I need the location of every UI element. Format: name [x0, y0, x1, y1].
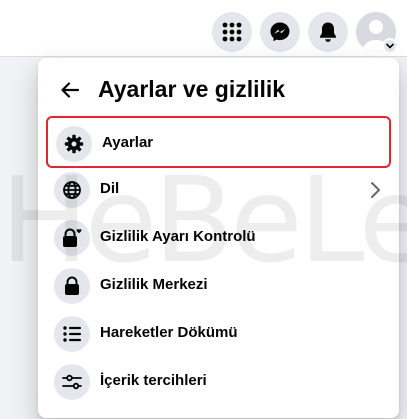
- back-button[interactable]: [52, 72, 88, 108]
- menu-item-label: İçerik tercihleri: [100, 372, 207, 389]
- settings-privacy-menu: Ayarlar ve gizlilik Ayarlar Dil Gizlilik…: [38, 58, 399, 418]
- menu-item-settings[interactable]: Ayarlar: [46, 116, 391, 168]
- account-menu-button[interactable]: [356, 12, 398, 54]
- lock-heart-icon: [54, 220, 90, 256]
- menu-item-language[interactable]: Dil: [46, 164, 391, 216]
- sliders-icon: [54, 364, 90, 400]
- grid-menu-icon: [222, 22, 242, 42]
- list-icon: [54, 316, 90, 352]
- menu-title: Ayarlar ve gizlilik: [98, 76, 286, 102]
- messenger-icon: [270, 22, 290, 42]
- menu-item-privacy-checkup[interactable]: Gizlilik Ayarı Kontrolü: [46, 212, 391, 264]
- menu-header: Ayarlar ve gizlilik: [38, 58, 399, 118]
- top-navigation-bar: [0, 0, 407, 57]
- notifications-button[interactable]: [308, 12, 348, 52]
- bell-icon: [320, 22, 336, 42]
- menu-item-label: Gizlilik Ayarı Kontrolü: [100, 228, 256, 245]
- menu-item-privacy-center[interactable]: Gizlilik Merkezi: [46, 260, 391, 312]
- messenger-button[interactable]: [260, 12, 300, 52]
- chevron-right-icon: [371, 182, 380, 198]
- lock-icon: [54, 268, 90, 304]
- arrow-left-icon: [61, 82, 79, 98]
- globe-icon: [54, 172, 90, 208]
- menu-item-label: Dil: [100, 180, 120, 197]
- menu-item-label: Gizlilik Merkezi: [100, 276, 208, 293]
- menu-grid-button[interactable]: [212, 12, 252, 52]
- gear-icon: [56, 126, 92, 162]
- chevron-down-icon: [382, 38, 398, 54]
- menu-item-content-preferences[interactable]: İçerik tercihleri: [46, 356, 391, 408]
- menu-item-label: Hareketler Dökümü: [100, 324, 238, 341]
- menu-item-activity-log[interactable]: Hareketler Dökümü: [46, 308, 391, 360]
- menu-item-label: Ayarlar: [102, 134, 154, 151]
